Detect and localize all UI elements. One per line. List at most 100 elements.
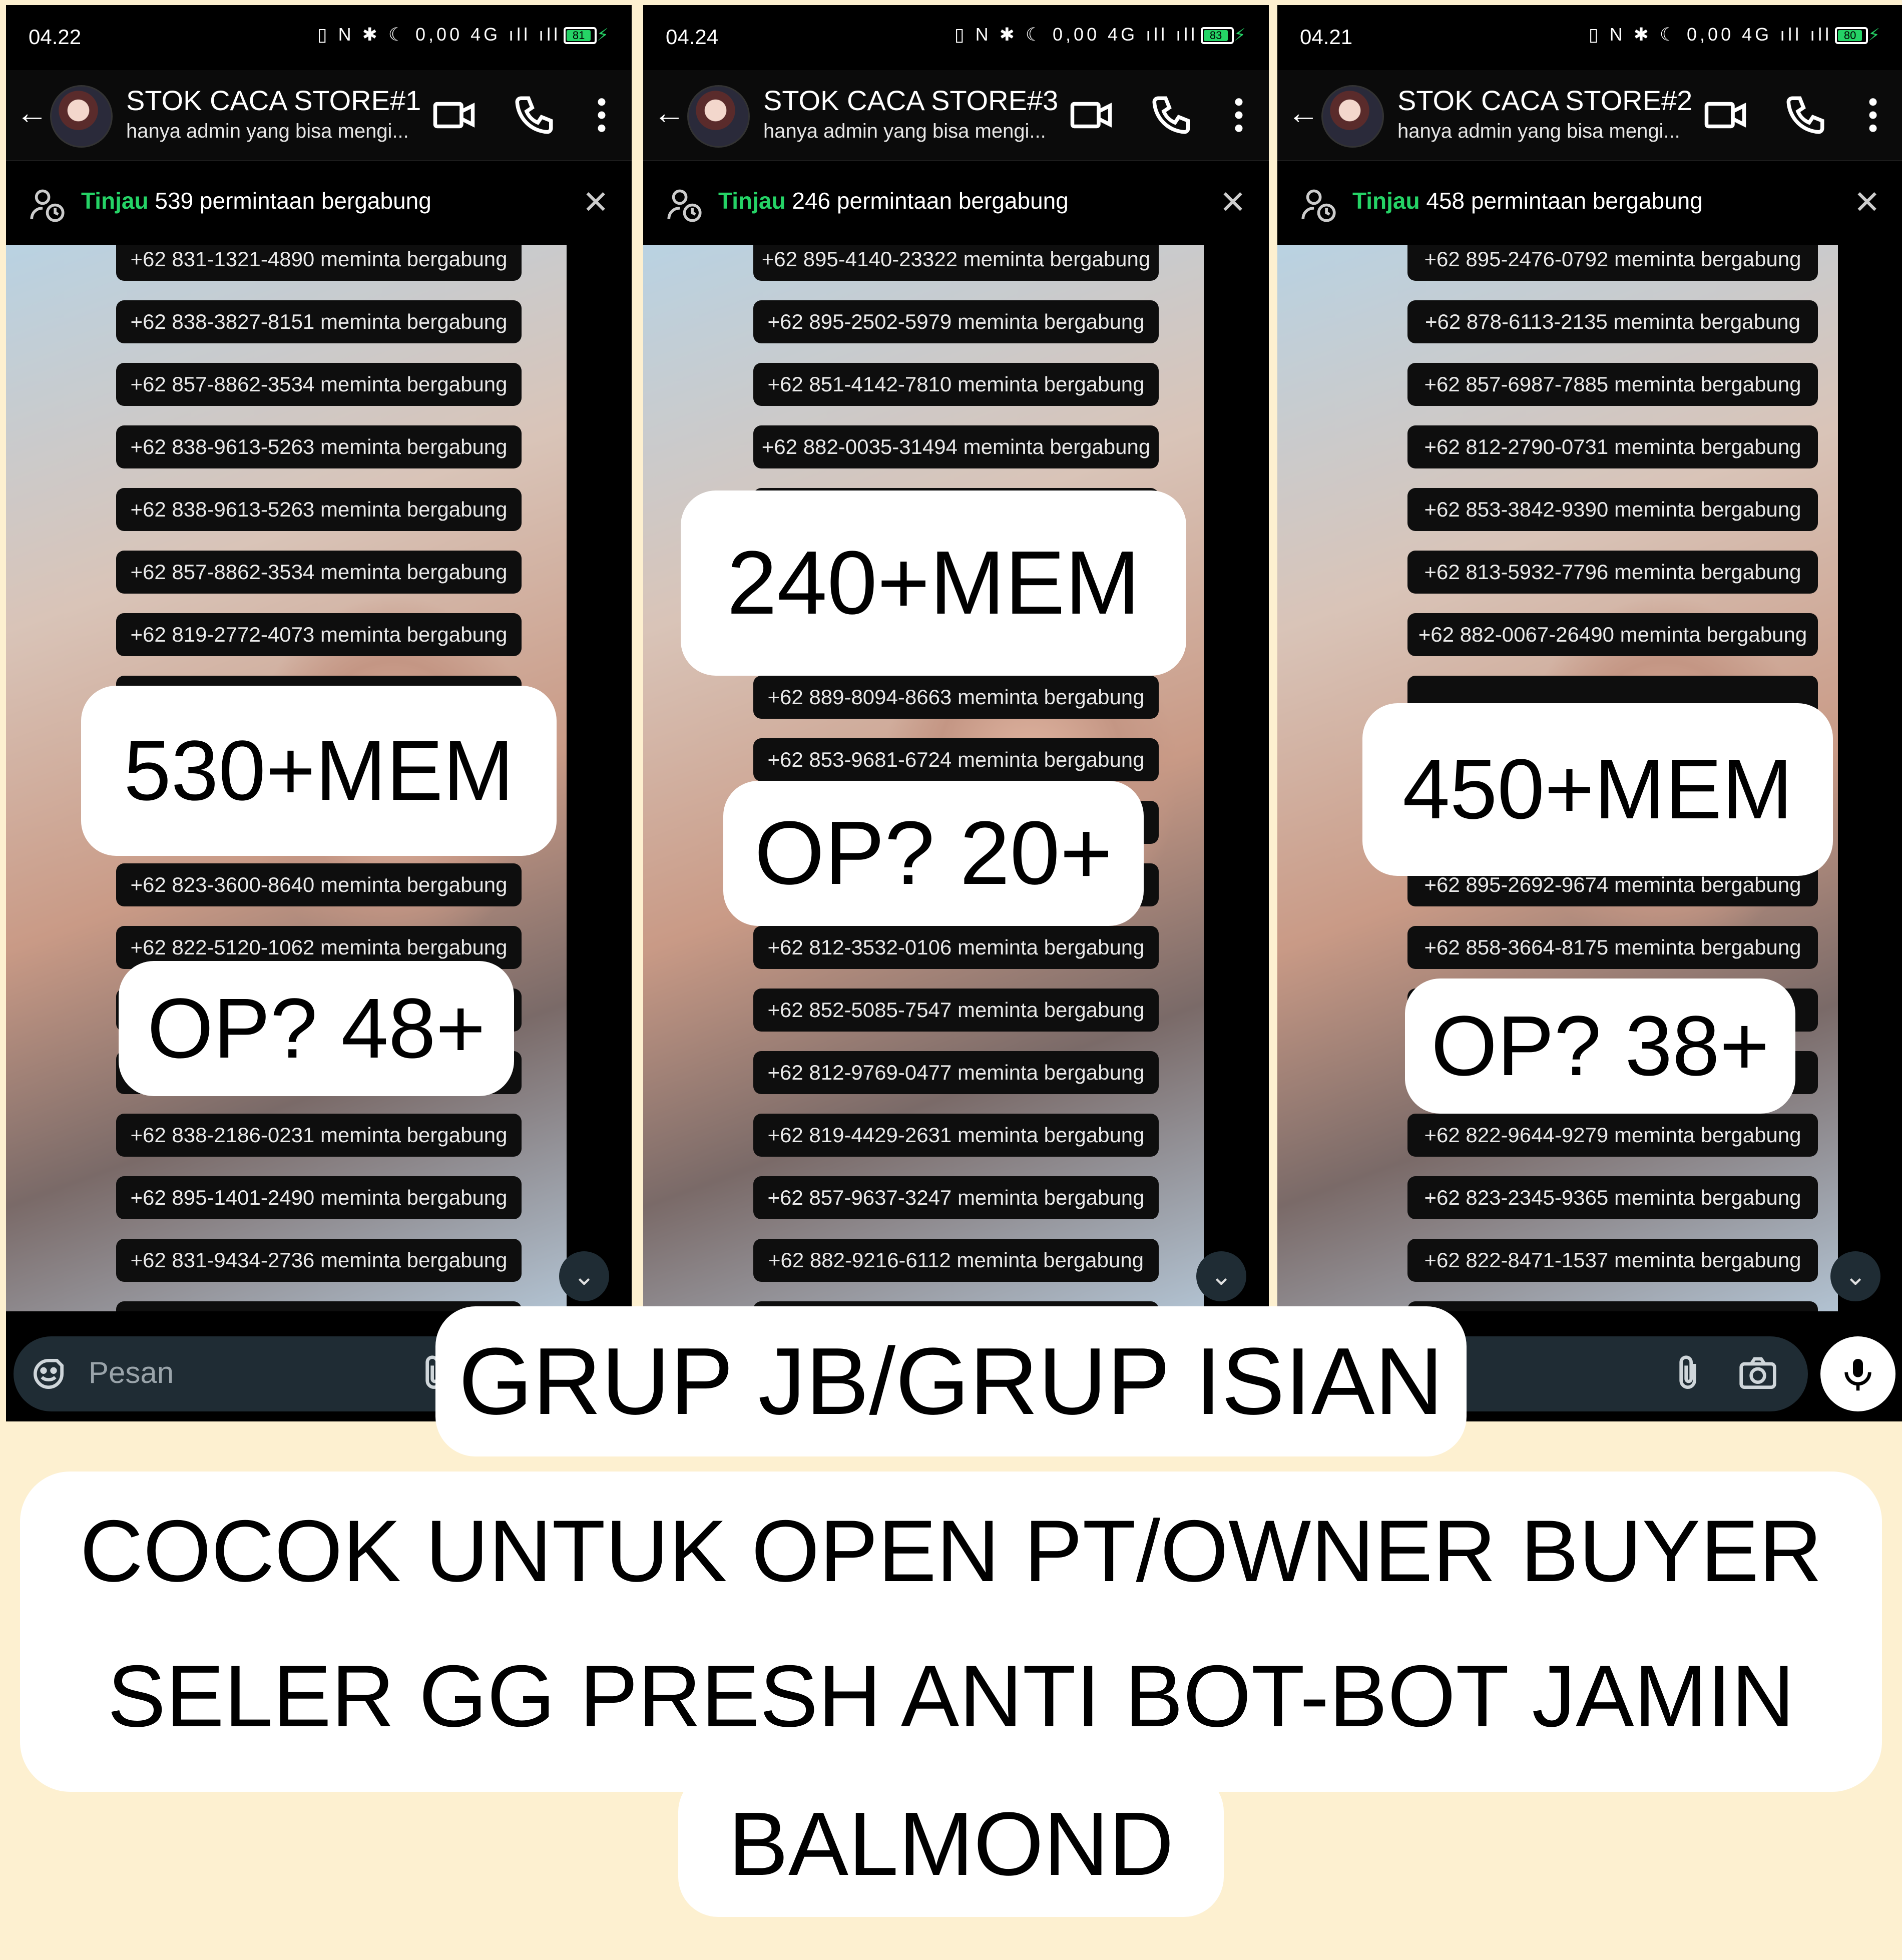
join-request-message: +62 895-2502-5979 meminta bergabung bbox=[753, 300, 1159, 343]
review-link[interactable]: Tinjau bbox=[1352, 188, 1420, 214]
join-request-message: +62 812-2790-0731 meminta bergabung bbox=[1407, 425, 1818, 468]
more-vert-icon[interactable] bbox=[1850, 93, 1895, 138]
group-avatar[interactable] bbox=[687, 85, 750, 148]
status-icon-group: ▯ N ✱ ☾ 0,00 4G ıll ıll bbox=[317, 24, 561, 45]
chat-screenshot-1: 04.22 ▯ N ✱ ☾ 0,00 4G ıll ıll 81 ⚡ ← STOK CAC… bbox=[6, 5, 632, 1421]
video-camera-icon[interactable] bbox=[1069, 93, 1114, 138]
caption-line-3: SELER GG PRESH ANTI BOT-BOT JAMIN bbox=[107, 1648, 1795, 1745]
person-clock-icon bbox=[29, 186, 66, 224]
group-subtitle: hanya admin yang bisa mengi... bbox=[763, 120, 1046, 142]
camera-icon[interactable] bbox=[1738, 1354, 1778, 1394]
join-request-message: +62 831-1321-4890 meminta bergabung bbox=[116, 245, 522, 281]
join-request-message: +62 819-4429-2631 meminta bergabung bbox=[753, 1114, 1159, 1157]
caption-line-1: GRUP JB/GRUP ISIAN bbox=[435, 1306, 1467, 1456]
paperclip-icon[interactable] bbox=[1668, 1354, 1708, 1394]
join-request-message: +62 895-1401-2490 meminta bergabung bbox=[116, 1176, 522, 1219]
group-avatar[interactable] bbox=[50, 85, 113, 148]
charging-icon: ⚡ bbox=[1868, 26, 1883, 45]
online-count-label: OP? 20+ bbox=[723, 781, 1144, 926]
join-request-message: +62 889-8094-8663 meminta bergabung bbox=[753, 676, 1159, 719]
join-request-message: +62 853-9681-6724 meminta bergabung bbox=[753, 738, 1159, 781]
double-chevron-down-icon[interactable]: ⌄ bbox=[559, 1251, 609, 1301]
battery-level: 83 bbox=[1204, 30, 1228, 42]
review-link[interactable]: Tinjau bbox=[718, 188, 786, 214]
message-placeholder: Pesan bbox=[89, 1356, 174, 1389]
join-requests-text[interactable]: Tinjau 246 permintaan bergabung bbox=[718, 187, 1069, 214]
join-requests-text[interactable]: Tinjau 539 permintaan bergabung bbox=[81, 187, 431, 214]
join-request-message: +62 838-3827-8151 meminta bergabung bbox=[116, 300, 522, 343]
chat-screenshot-2: 04.24 ▯ N ✱ ☾ 0,00 4G ıll ıll 83 ⚡ ← STOK CAC… bbox=[643, 5, 1269, 1421]
close-icon[interactable]: ✕ bbox=[582, 184, 609, 221]
join-request-message: +62 857-8862-3534 meminta bergabung bbox=[116, 551, 522, 594]
join-requests-banner[interactable]: Tinjau 246 permintaan bergabung ✕ bbox=[643, 160, 1269, 245]
charging-icon: ⚡ bbox=[597, 26, 612, 45]
group-name[interactable]: STOK CACA STORE#2 bbox=[1397, 84, 1692, 117]
join-request-message: +62 822-8471-1537 meminta bergabung bbox=[1407, 1239, 1818, 1282]
join-request-message: +62 857-6987-7885 meminta bergabung bbox=[1407, 363, 1818, 406]
phone-icon[interactable] bbox=[1149, 93, 1194, 138]
status-icon-group: ▯ N ✱ ☾ 0,00 4G ıll ıll bbox=[1588, 24, 1832, 45]
review-link[interactable]: Tinjau bbox=[81, 188, 149, 214]
chat-area[interactable]: +62 895-4140-23322 meminta bergabung +62 … bbox=[643, 245, 1239, 1311]
status-icon-group: ▯ N ✱ ☾ 0,00 4G ıll ıll bbox=[954, 24, 1198, 45]
phone-icon[interactable] bbox=[512, 93, 557, 138]
group-name[interactable]: STOK CACA STORE#1 bbox=[126, 84, 421, 117]
status-bar: 04.21 ▯ N ✱ ☾ 0,00 4G ıll ıll 80 ⚡ bbox=[1277, 5, 1902, 70]
microphone-icon[interactable] bbox=[1820, 1336, 1895, 1411]
member-count-label: 240+MEM bbox=[681, 491, 1186, 676]
join-request-message: +62 878-6113-2135 meminta bergabung bbox=[1407, 300, 1818, 343]
phone-icon[interactable] bbox=[1783, 93, 1828, 138]
video-camera-icon[interactable] bbox=[1703, 93, 1748, 138]
arrow-left-icon[interactable]: ← bbox=[653, 90, 688, 135]
join-requests-banner[interactable]: Tinjau 458 permintaan bergabung ✕ bbox=[1277, 160, 1902, 245]
join-requests-text[interactable]: Tinjau 458 permintaan bergabung bbox=[1352, 187, 1703, 214]
status-time: 04.24 bbox=[666, 25, 719, 49]
join-request-message: +62 812-3532-0106 meminta bergabung bbox=[753, 926, 1159, 969]
close-icon[interactable]: ✕ bbox=[1219, 184, 1246, 221]
join-request-message: +62 838-2186-0231 meminta bergabung bbox=[116, 1114, 522, 1157]
join-request-message: +62 851-4142-7810 meminta bergabung bbox=[753, 363, 1159, 406]
arrow-left-icon[interactable]: ← bbox=[1287, 90, 1322, 135]
double-chevron-down-icon[interactable]: ⌄ bbox=[1830, 1251, 1880, 1301]
chat-screenshot-3: 04.21 ▯ N ✱ ☾ 0,00 4G ıll ıll 80 ⚡ ← STOK CAC… bbox=[1277, 5, 1902, 1421]
join-request-message: +62 838-9613-5263 meminta bergabung bbox=[116, 488, 522, 531]
join-request-message: +62 852-5085-7547 meminta bergabung bbox=[753, 989, 1159, 1032]
join-request-message: +62 882-9216-6112 meminta bergabung bbox=[753, 1239, 1159, 1282]
join-request-message: +62 882-0067-26490 meminta bergabung bbox=[1407, 613, 1818, 656]
status-icons: ▯ N ✱ ☾ 0,00 4G ıll ıll 80 ⚡ bbox=[1589, 24, 1883, 45]
more-vert-icon[interactable] bbox=[579, 93, 624, 138]
double-chevron-down-icon[interactable]: ⌄ bbox=[1196, 1251, 1246, 1301]
join-request-message: +62 838-9613-5263 meminta bergabung bbox=[116, 425, 522, 468]
member-count-label: 450+MEM bbox=[1362, 703, 1833, 876]
video-camera-icon[interactable] bbox=[431, 93, 477, 138]
status-bar: 04.22 ▯ N ✱ ☾ 0,00 4G ıll ıll 81 ⚡ bbox=[6, 5, 632, 70]
status-bar: 04.24 ▯ N ✱ ☾ 0,00 4G ıll ıll 83 ⚡ bbox=[643, 5, 1269, 70]
status-time: 04.21 bbox=[1300, 25, 1353, 49]
member-count-label: 530+MEM bbox=[81, 686, 557, 856]
join-request-message: +62 823-2345-9365 meminta bergabung bbox=[1407, 1176, 1818, 1219]
join-request-message: +62 853-3842-9390 meminta bergabung bbox=[1407, 488, 1818, 531]
more-vert-icon[interactable] bbox=[1216, 93, 1261, 138]
close-icon[interactable]: ✕ bbox=[1853, 184, 1880, 221]
battery-icon: 80 bbox=[1835, 27, 1868, 45]
join-request-message: +62 895-4140-23322 meminta bergabung bbox=[753, 245, 1159, 281]
group-name[interactable]: STOK CACA STORE#3 bbox=[763, 84, 1058, 117]
charging-icon: ⚡ bbox=[1234, 26, 1249, 45]
join-request-message: +62 857-8862-3534 meminta bergabung bbox=[116, 363, 522, 406]
status-time: 04.22 bbox=[29, 25, 82, 49]
join-request-message: +62 895-2476-0792 meminta bergabung bbox=[1407, 245, 1818, 281]
group-avatar[interactable] bbox=[1321, 85, 1384, 148]
battery-level: 81 bbox=[567, 30, 591, 42]
join-requests-count: 246 permintaan bergabung bbox=[785, 188, 1069, 214]
sticker-icon[interactable] bbox=[29, 1354, 69, 1394]
arrow-left-icon[interactable]: ← bbox=[16, 90, 51, 135]
person-clock-icon bbox=[1300, 186, 1337, 224]
battery-icon: 83 bbox=[1201, 27, 1234, 45]
join-request-message: +62 857-9637-3247 meminta bergabung bbox=[753, 1176, 1159, 1219]
person-clock-icon bbox=[666, 186, 703, 224]
join-request-message: +62 812-9769-0477 meminta bergabung bbox=[753, 1051, 1159, 1094]
battery-level: 80 bbox=[1838, 30, 1862, 42]
join-requests-banner[interactable]: Tinjau 539 permintaan bergabung ✕ bbox=[6, 160, 632, 245]
join-request-message: +62 823-3600-8640 meminta bergabung bbox=[116, 863, 522, 906]
chat-header: ← STOK CACA STORE#3 hanya admin yang bisa … bbox=[643, 70, 1269, 160]
